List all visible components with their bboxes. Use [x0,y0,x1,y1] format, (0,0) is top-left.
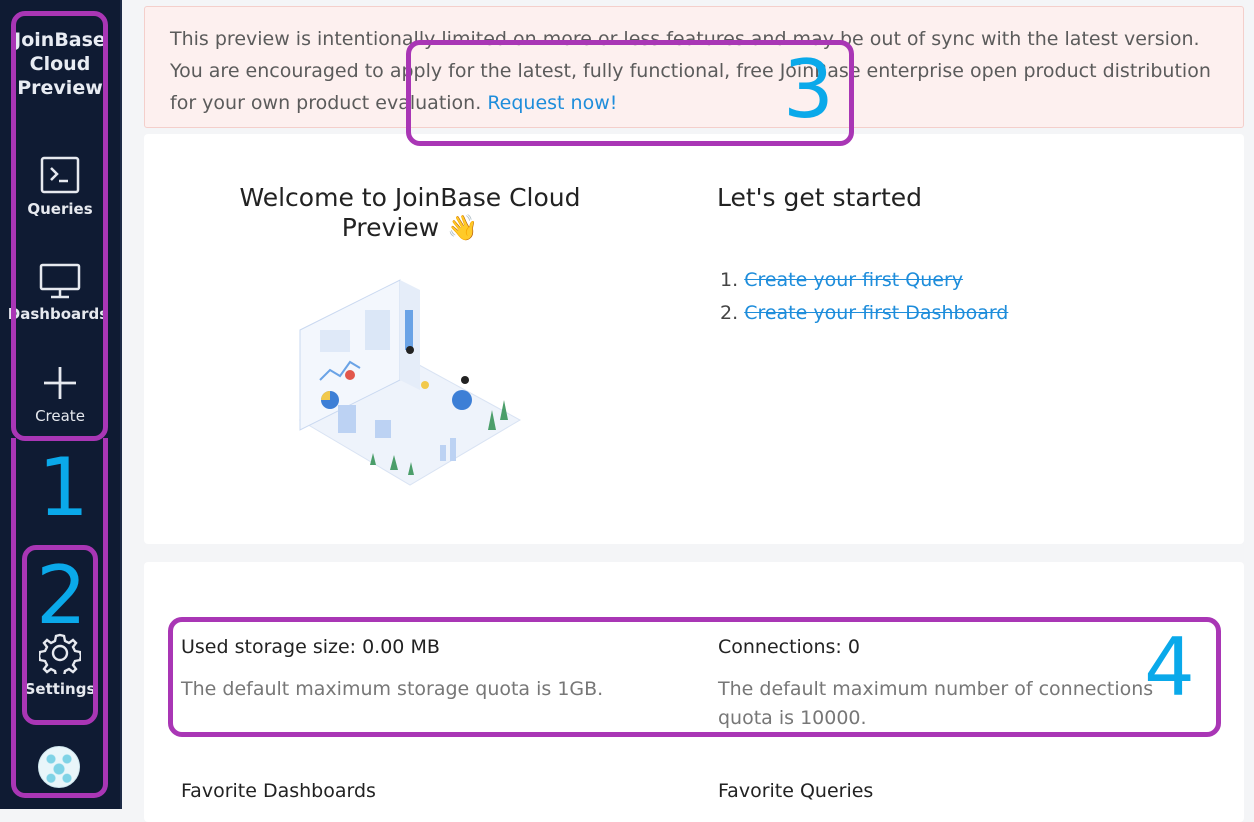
getting-started-steps: 1. Create your first Query 2. Create you… [720,264,1008,330]
annotation-box-4 [168,617,1221,737]
sidebar-divider [120,0,122,809]
step-item: 1. Create your first Query [720,264,1008,297]
create-first-dashboard-link[interactable]: Create your first Dashboard [744,302,1008,324]
step-number: 2. [720,302,739,324]
step-number: 1. [720,269,739,291]
getting-started-title: Let's get started [717,183,922,212]
favorite-dashboards-title: Favorite Dashboards [181,780,376,802]
annotation-number-2: 2 [36,549,87,642]
annotation-number-3: 3 [783,43,834,136]
annotation-number-4: 4 [1144,621,1195,714]
step-item: 2. Create your first Dashboard [720,297,1008,330]
annotation-box-1 [11,11,108,441]
welcome-title: Welcome to JoinBase Cloud Preview 👋 [239,183,581,242]
create-first-query-link[interactable]: Create your first Query [744,269,963,291]
favorite-queries-title: Favorite Queries [718,780,874,802]
dashboard-illustration [298,279,522,486]
